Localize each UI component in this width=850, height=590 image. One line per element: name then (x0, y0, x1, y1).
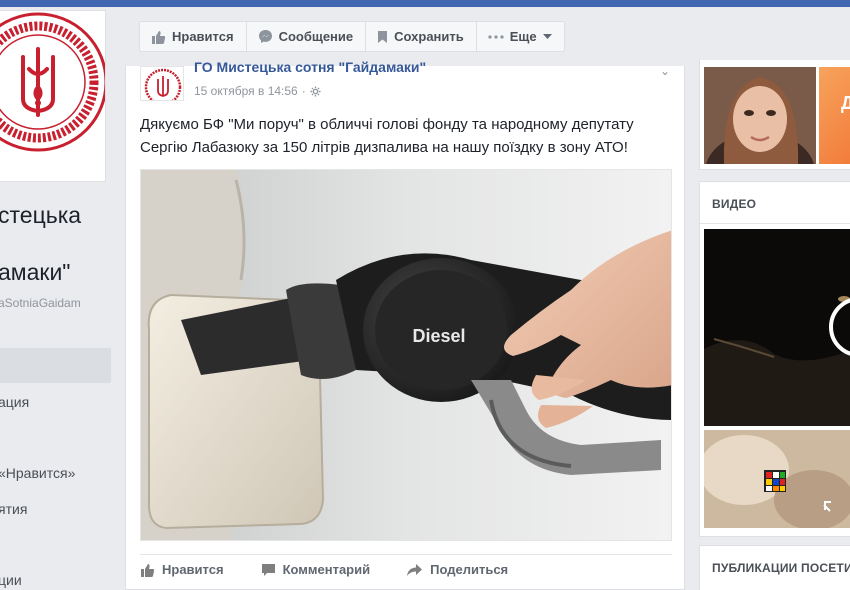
nozzle-label: Diesel (412, 326, 465, 346)
sidebar-item-info[interactable]: ация (0, 394, 29, 410)
more-label: Еще (509, 29, 537, 44)
post-actions-divider (140, 554, 672, 555)
post-share-label: Поделиться (430, 562, 509, 577)
post-timestamp[interactable]: 15 октября в 14:56 (194, 84, 298, 98)
top-bar (0, 0, 850, 7)
visitor-posts-heading[interactable]: ПУБЛИКАЦИИ ПОСЕТИ (712, 561, 850, 575)
bookmark-icon (378, 30, 388, 43)
save-button[interactable]: Сохранить (365, 21, 477, 52)
post-text: Дякуємо БФ "Ми поруч" в обличчі голові ф… (140, 116, 634, 156)
ellipsis-icon (488, 34, 504, 39)
visitor-posts-section: ПУБЛИКАЦИИ ПОСЕТИ (699, 545, 850, 590)
page-action-bar: Нравится Сообщение Сохранить Еще (139, 21, 565, 52)
photo2-letter: Д (841, 93, 850, 113)
page-title-line1[interactable]: стецька (0, 202, 81, 229)
sidebar-item-publications[interactable]: ции (0, 572, 22, 588)
gear-audience-icon[interactable] (310, 86, 321, 97)
page-profile-picture[interactable] (0, 10, 106, 182)
sidebar-item-active[interactable] (0, 348, 111, 383)
thumbs-up-icon (141, 563, 155, 577)
photo-thumbnail[interactable] (704, 67, 816, 164)
videos-section: ВИДЕО (699, 181, 850, 537)
post-author-avatar[interactable] (140, 66, 184, 101)
post-share-button[interactable]: Поделиться (406, 562, 508, 577)
post-meta: 15 октября в 14:56 · (194, 84, 321, 98)
post-like-button[interactable]: Нравится (140, 562, 224, 577)
like-page-button[interactable]: Нравится (139, 21, 247, 52)
chevron-down-icon (542, 33, 552, 39)
post-comment-button[interactable]: Комментарий (261, 562, 371, 577)
emblem-avatar-icon (144, 68, 182, 100)
page-title-line2[interactable]: амаки" (0, 259, 70, 286)
photos-grid: Д (699, 60, 850, 170)
thumbs-up-icon (152, 30, 166, 44)
videos-heading[interactable]: ВИДЕО (712, 197, 756, 211)
post-like-label: Нравится (162, 562, 224, 577)
like-page-label: Нравится (172, 29, 234, 44)
share-icon (407, 563, 423, 576)
portrait-photo (704, 67, 816, 164)
post-comment-label: Комментарий (282, 562, 371, 577)
sidebar-item-likes[interactable]: «Нравится» (0, 465, 75, 481)
post-photo[interactable]: Diesel (140, 169, 672, 541)
more-button[interactable]: Еще (475, 21, 565, 52)
message-button[interactable]: Сообщение (245, 21, 367, 52)
video-thumbnail[interactable] (704, 229, 850, 426)
emblem-logo (0, 12, 105, 152)
left-column: стецька амаки" aSotniaGaidam ация «Нрави… (0, 7, 118, 590)
sidebar-item-events[interactable]: ятия (0, 501, 27, 517)
page-username[interactable]: aSotniaGaidam (0, 296, 81, 310)
videos-divider (700, 223, 850, 224)
save-label: Сохранить (394, 29, 464, 44)
post-options-chevron-icon[interactable]: ⌄ (660, 64, 670, 78)
meta-separator: · (301, 84, 306, 98)
post-author-link[interactable]: ГО Мистецька сотня "Гайдамаки" (194, 59, 426, 75)
comment-icon (261, 563, 275, 576)
post-card: ГО Мистецька сотня "Гайдамаки" 15 октябр… (125, 59, 685, 590)
post-actions: Нравится Комментарий Поделиться (140, 562, 508, 577)
photo-thumbnail-2[interactable]: Д (819, 67, 850, 164)
diesel-nozzle-image: Diesel (141, 170, 671, 540)
message-label: Сообщение (278, 29, 354, 44)
rubiks-cube-video-still (704, 430, 850, 528)
video-thumbnail-2[interactable] (704, 430, 850, 528)
messenger-icon (258, 30, 272, 43)
night-video-still (704, 229, 850, 426)
